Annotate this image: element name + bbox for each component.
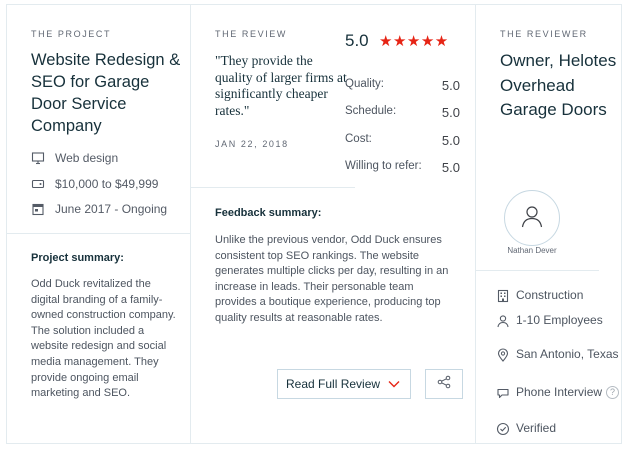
- read-full-review-button[interactable]: Read Full Review: [277, 369, 411, 399]
- reviewer-location: San Antonio, Texas: [496, 347, 622, 363]
- divider: [191, 187, 355, 188]
- rating-cost: Cost: 5.0: [345, 133, 460, 148]
- reviewer-industry-label: Construction: [516, 288, 584, 302]
- overall-score: 5.0: [345, 31, 369, 50]
- share-button[interactable]: [425, 369, 463, 399]
- feedback-summary-text: Unlike the previous vendor, Odd Duck ens…: [215, 234, 449, 324]
- rating-schedule: Schedule: 5.0: [345, 105, 460, 120]
- monitor-icon: [31, 151, 45, 165]
- project-summary-heading: Project summary:: [31, 252, 124, 264]
- reviewer-eyebrow: THE REVIEWER: [500, 29, 588, 39]
- project-service-label: Web design: [55, 151, 119, 165]
- project-title: Website Redesign & SEO for Garage Door S…: [31, 51, 181, 135]
- review-quote: "They provide the quality of larger firm…: [215, 53, 347, 118]
- rating-label: Cost:: [345, 133, 372, 145]
- rating-quality: Quality: 5.0: [345, 78, 460, 93]
- read-full-review-label: Read Full Review: [286, 377, 381, 391]
- project-summary-text: Odd Duck revitalized the digital brandin…: [31, 278, 176, 400]
- project-budget-label: $10,000 to $49,999: [55, 177, 159, 191]
- feedback-summary-heading: Feedback summary:: [215, 207, 322, 219]
- star-rating-icon: ★★★★★: [379, 33, 449, 50]
- user-icon: [519, 203, 545, 234]
- review-card: THE PROJECT Website Redesign & SEO for G…: [6, 4, 622, 444]
- rating-willing-to-refer: Willing to refer: 5.0: [345, 160, 460, 175]
- project-timeline: June 2017 - Ongoing: [31, 202, 167, 216]
- review-eyebrow: THE REVIEW: [215, 29, 288, 39]
- rating-value: 5.0: [441, 78, 460, 93]
- chevron-down-icon: [388, 377, 400, 391]
- project-timeline-label: June 2017 - Ongoing: [55, 202, 168, 216]
- reviewer-location-label: San Antonio, Texas: [516, 347, 619, 361]
- rating-label: Schedule:: [345, 105, 397, 117]
- rating-value: 5.0: [441, 160, 460, 175]
- price-tag-icon: [31, 177, 45, 191]
- reviewer-size-label: 1-10 Employees: [516, 313, 603, 327]
- reviewer-title: Owner, Helotes Overhead Garage Doors: [500, 51, 617, 119]
- chat-bubble-icon: [496, 386, 510, 400]
- rating-label: Willing to refer:: [345, 160, 422, 172]
- review-type-label: Phone Interview: [516, 385, 603, 399]
- reviewer-review-type: Phone Interview?: [496, 385, 622, 401]
- rating-label: Quality:: [345, 78, 384, 90]
- person-icon: [496, 314, 510, 328]
- rating-value: 5.0: [441, 133, 460, 148]
- reviewer-verified: Verified: [496, 421, 622, 437]
- map-pin-icon: [496, 348, 510, 362]
- reviewer-industry: Construction: [496, 288, 622, 304]
- share-icon: [437, 375, 451, 394]
- building-icon: [496, 289, 510, 303]
- reviewer-review-type-text: Phone Interview?: [516, 385, 620, 401]
- review-date: JAN 22, 2018: [215, 139, 289, 149]
- check-circle-icon: [496, 422, 510, 436]
- reviewer-company-size: 1-10 Employees: [496, 313, 622, 329]
- project-service: Web design: [31, 151, 118, 165]
- project-column: THE PROJECT Website Redesign & SEO for G…: [7, 5, 191, 443]
- review-column: THE REVIEW "They provide the quality of …: [191, 5, 475, 443]
- divider: [476, 270, 599, 271]
- rating-value: 5.0: [441, 105, 460, 120]
- project-budget: $10,000 to $49,999: [31, 177, 158, 191]
- divider: [7, 233, 190, 234]
- calendar-icon: [31, 202, 45, 216]
- verified-label: Verified: [516, 421, 557, 435]
- reviewer-name: Nathan Dever: [507, 246, 557, 255]
- reviewer-column: THE REVIEWER Owner, Helotes Overhead Gar…: [475, 5, 623, 443]
- avatar: [504, 190, 560, 246]
- project-eyebrow: THE PROJECT: [31, 29, 112, 39]
- help-icon[interactable]: ?: [606, 386, 620, 399]
